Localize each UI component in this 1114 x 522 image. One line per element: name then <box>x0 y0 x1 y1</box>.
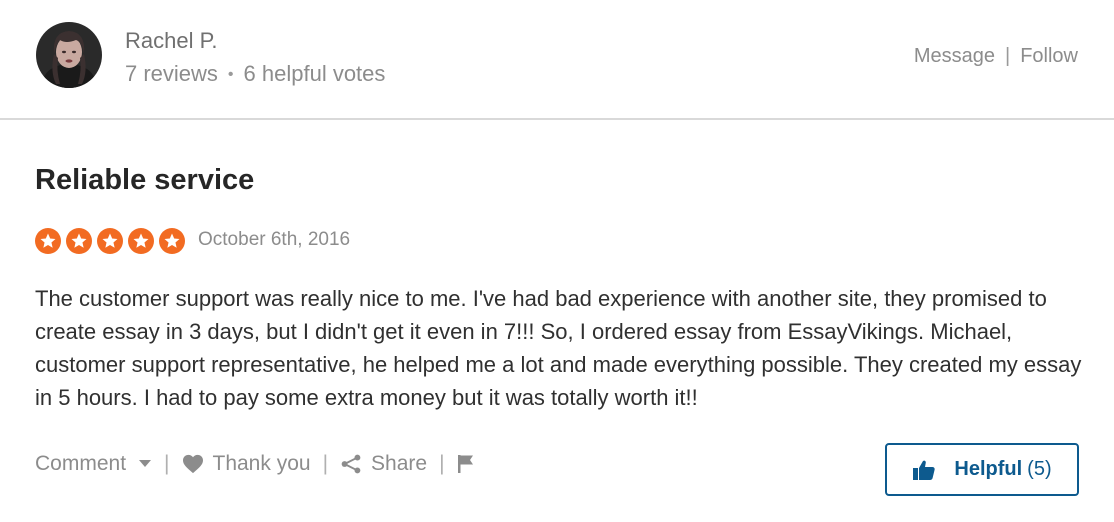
helpful-label: Helpful <box>954 458 1023 480</box>
review-actions: Comment | Thank you | Share | <box>35 452 475 476</box>
comment-button[interactable]: Comment <box>35 452 152 476</box>
star-rating <box>35 228 185 254</box>
review-title: Reliable service <box>35 164 255 196</box>
star-icon <box>128 228 154 254</box>
avatar[interactable] <box>36 22 102 88</box>
share-button[interactable]: Share <box>340 452 427 476</box>
flag-icon <box>457 455 473 473</box>
comment-label: Comment <box>35 452 127 475</box>
thumbs-up-icon <box>913 460 936 480</box>
chevron-down-icon <box>139 460 152 467</box>
action-separator: | <box>164 452 170 475</box>
star-icon <box>35 228 61 254</box>
star-icon <box>159 228 185 254</box>
reviewer-name[interactable]: Rachel P. <box>125 28 218 54</box>
thank-you-label: Thank you <box>212 452 311 475</box>
review-date: October 6th, 2016 <box>198 229 351 250</box>
reviewer-stats: 7 reviews • 6 helpful votes <box>125 61 385 87</box>
user-avatar-icon <box>36 22 102 88</box>
heart-icon <box>182 454 203 474</box>
action-separator: | <box>439 452 445 475</box>
helpful-votes-count: 6 helpful votes <box>243 61 386 86</box>
header-separator: | <box>1005 45 1011 67</box>
share-icon <box>341 454 361 474</box>
review-body: The customer support was really nice to … <box>35 286 1082 410</box>
follow-link[interactable]: Follow <box>1020 45 1078 67</box>
helpful-button[interactable]: Helpful (5) <box>885 443 1079 496</box>
action-separator: | <box>322 452 329 475</box>
star-icon <box>66 228 92 254</box>
stats-separator: • <box>227 66 234 83</box>
thank-you-button[interactable]: Thank you <box>182 452 311 476</box>
share-label: Share <box>371 452 428 475</box>
rating-row: October 6th, 2016 <box>35 228 350 254</box>
star-icon <box>97 228 123 254</box>
review-count: 7 reviews <box>125 61 218 86</box>
report-button[interactable] <box>457 454 475 474</box>
helpful-count: (5) <box>1027 458 1052 480</box>
reviewer-header: Rachel P. 7 reviews • 6 helpful votes Mess… <box>0 0 1114 120</box>
message-link[interactable]: Message <box>914 45 995 67</box>
header-actions: Message | Follow <box>914 45 1078 68</box>
